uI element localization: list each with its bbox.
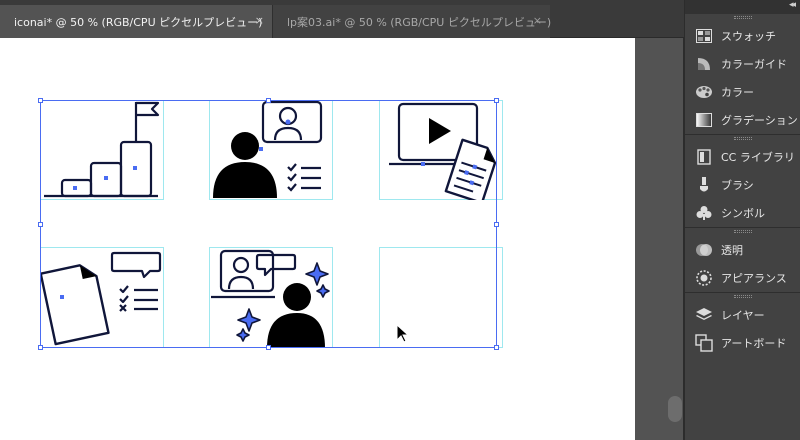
symbols-icon [695, 204, 713, 222]
layers-icon [695, 306, 713, 324]
selection-handle-bottom-left[interactable] [38, 345, 43, 350]
panel-label: アートボード [721, 337, 787, 350]
tab-label: iconai* @ 50 % (RGB/CPU ピクセルプレビュー) [14, 15, 263, 29]
selection-handle-bottom[interactable] [266, 345, 271, 350]
selection-handle-top-left[interactable] [38, 98, 43, 103]
video-meeting-sparkle-icon [211, 249, 330, 348]
panel-label: スウォッチ [721, 30, 776, 43]
color-guide-icon [695, 55, 713, 73]
selection-handle-top[interactable] [266, 98, 271, 103]
panel-label: カラーガイド [721, 58, 787, 71]
panel-label: ブラシ [721, 179, 754, 192]
close-icon[interactable]: × [255, 14, 264, 27]
panel-group-layers: レイヤー アートボード [685, 293, 800, 357]
close-icon[interactable]: × [533, 14, 542, 27]
dock-header: ◂◂ [685, 0, 800, 14]
panel-label: グラデーション [721, 114, 798, 127]
panel-layers[interactable]: レイヤー [685, 301, 800, 329]
selection-handle-left[interactable] [38, 222, 43, 227]
panel-group-appearance: 透明 アピアランス [685, 228, 800, 293]
panel-label: アピアランス [721, 272, 787, 285]
tab-lp03[interactable]: lp案03.ai* @ 50 % (RGB/CPU ピクセルプレビュー) × [272, 5, 552, 38]
tab-iconai[interactable]: iconai* @ 50 % (RGB/CPU ピクセルプレビュー) × [0, 5, 272, 38]
selection-handle-bottom-right[interactable] [494, 345, 499, 350]
cc-libraries-icon [695, 148, 713, 166]
panel-group-grip[interactable] [733, 16, 752, 19]
selection-handle-right[interactable] [494, 222, 499, 227]
vertical-scrollbar-track[interactable] [635, 38, 684, 440]
gradient-icon [695, 111, 713, 129]
transparency-icon [695, 241, 713, 259]
panel-appearance[interactable]: アピアランス [685, 264, 800, 292]
panel-group-assets: CC ライブラリ ブラシ シンボル [685, 135, 800, 228]
panel-color-guide[interactable]: カラーガイド [685, 50, 800, 78]
panel-group-color: スウォッチ カラーガイド カラー グラデーション [685, 14, 800, 135]
panel-gradient[interactable]: グラデーション [685, 106, 800, 134]
collapse-panels-icon[interactable]: ◂◂ [789, 0, 796, 10]
selection-handle-top-right[interactable] [494, 98, 499, 103]
panel-dock: ◂◂ スウォッチ カラーガイド カラー グラデーション CC ライブラリ ブラシ… [684, 0, 800, 440]
online-interview-icon [213, 100, 323, 198]
appearance-icon [695, 269, 713, 287]
panel-label: シンボル [721, 207, 765, 220]
panel-cc-libraries[interactable]: CC ライブラリ [685, 143, 800, 171]
video-document-icon [389, 102, 497, 200]
panel-group-grip[interactable] [733, 230, 752, 233]
brush-icon [695, 176, 713, 194]
document-canvas[interactable] [0, 38, 635, 440]
panel-artboards[interactable]: アートボード [685, 329, 800, 357]
panel-label: 透明 [721, 244, 743, 257]
swatches-icon [695, 27, 713, 45]
growth-chart-icon [44, 101, 160, 198]
panel-transparency[interactable]: 透明 [685, 236, 800, 264]
cursor-arrow-icon [396, 324, 410, 343]
artboards-icon [695, 334, 713, 352]
tab-label: lp案03.ai* @ 50 % (RGB/CPU ピクセルプレビュー) [287, 15, 552, 29]
panel-group-grip[interactable] [733, 137, 752, 140]
panel-label: レイヤー [721, 309, 765, 322]
panel-label: CC ライブラリ [721, 151, 795, 164]
document-tab-bar: iconai* @ 50 % (RGB/CPU ピクセルプレビュー) × lp案… [0, 0, 684, 38]
panel-group-grip[interactable] [733, 295, 752, 298]
panel-label: カラー [721, 86, 754, 99]
panel-swatches[interactable]: スウォッチ [685, 22, 800, 50]
checklist-document-icon [40, 251, 162, 346]
color-palette-icon [695, 83, 713, 101]
panel-brushes[interactable]: ブラシ [685, 171, 800, 199]
vertical-scrollbar-thumb[interactable] [668, 396, 682, 422]
panel-color[interactable]: カラー [685, 78, 800, 106]
panel-symbols[interactable]: シンボル [685, 199, 800, 227]
